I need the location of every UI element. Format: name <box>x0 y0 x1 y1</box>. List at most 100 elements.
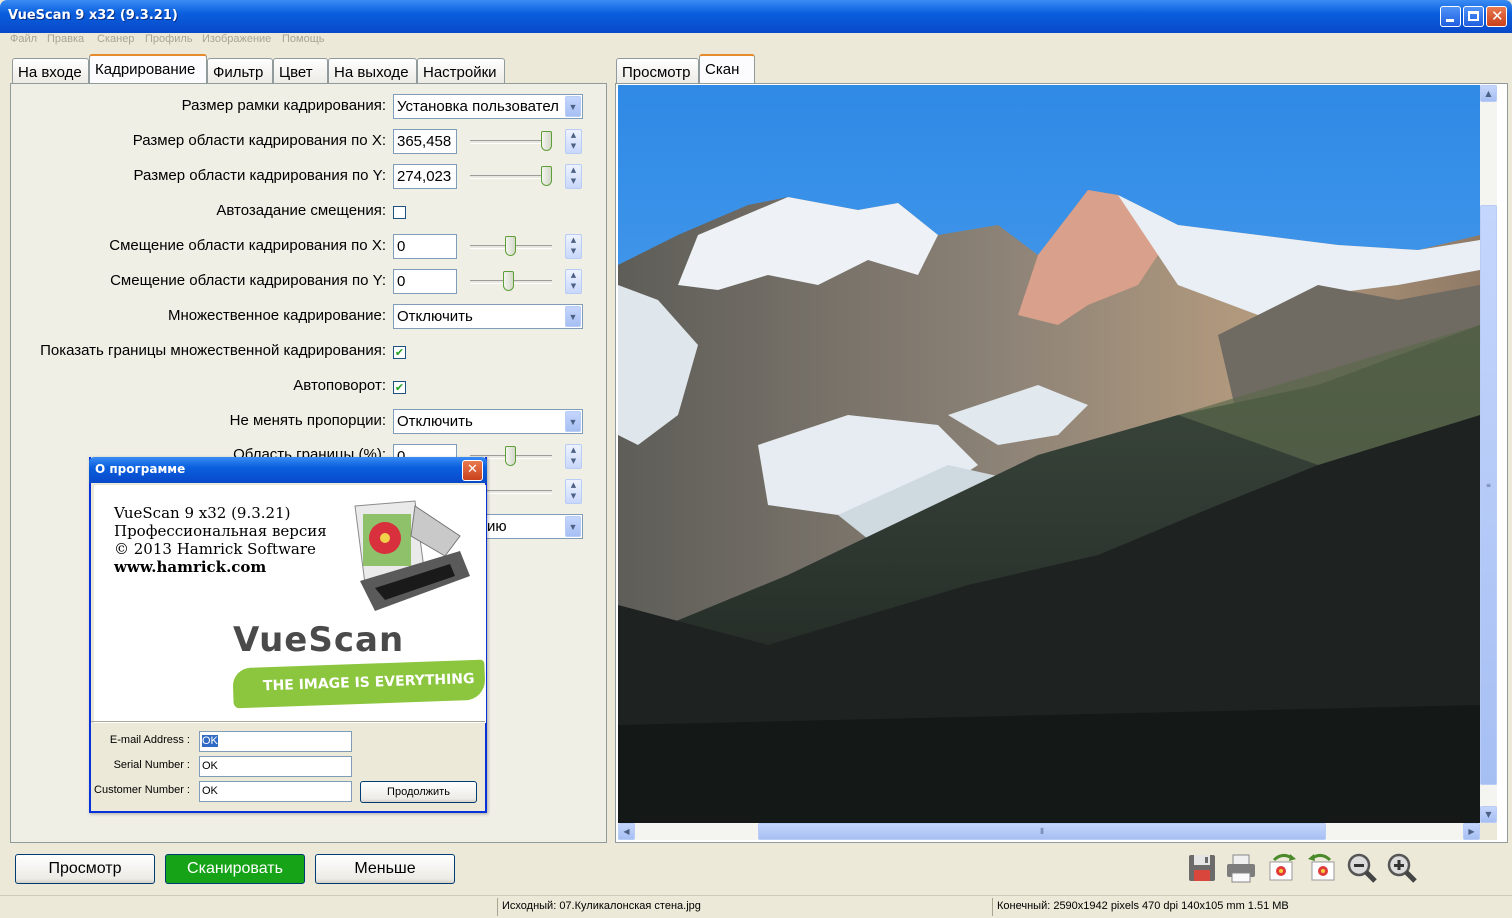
show-bounds-label: Показать границы множественной кадрирова… <box>40 342 386 359</box>
frame-size-select[interactable]: Установка пользовател ▼ <box>393 94 583 119</box>
about-info: VueScan 9 x32 (9.3.21) Профессиональная … <box>94 485 486 723</box>
customer-field[interactable]: OK <box>199 781 352 802</box>
tab-filter[interactable]: Фильтр <box>207 58 273 83</box>
slider-thumb[interactable] <box>505 236 516 256</box>
offset-y-label: Смещение области кадрирования по Y: <box>110 272 386 289</box>
scroll-down-icon[interactable]: ▼ <box>1480 806 1497 823</box>
hidden-spinner[interactable]: ▲ ▼ <box>565 479 582 504</box>
about-copyright: © 2013 Hamrick Software <box>114 540 316 558</box>
horizontal-scrollbar[interactable]: ◀ ▶ ⦀ <box>618 823 1480 840</box>
autorotate-checkbox[interactable]: ✔ <box>393 381 406 394</box>
show-bounds-checkbox[interactable]: ✔ <box>393 346 406 359</box>
email-value: OK <box>202 735 218 747</box>
zoom-in-icon[interactable] <box>1386 852 1418 884</box>
offset-x-label: Смещение области кадрирования по X: <box>109 237 386 254</box>
vertical-scrollbar[interactable]: ▲ ▼ ≡ <box>1480 85 1497 823</box>
size-x-spinner[interactable]: ▲ ▼ <box>565 129 582 154</box>
offset-y-input[interactable]: 0 <box>393 269 457 294</box>
about-title-bar[interactable]: О программе ✕ <box>89 457 487 483</box>
multi-crop-select[interactable]: Отключить ▼ <box>393 304 583 329</box>
tab-crop[interactable]: Кадрирование <box>89 54 207 83</box>
size-x-input[interactable]: 365,458 <box>393 129 457 154</box>
email-field[interactable]: OK <box>199 731 352 752</box>
scroll-right-icon[interactable]: ▶ <box>1463 823 1480 840</box>
about-dialog: О программе ✕ VueScan 9 x32 (9.3.21) Про… <box>89 457 487 813</box>
preview-button[interactable]: Просмотр <box>15 854 155 884</box>
about-website: www.hamrick.com <box>114 558 267 576</box>
email-label: E-mail Address : <box>109 734 190 746</box>
size-x-label: Размер области кадрирования по X: <box>132 132 386 149</box>
keep-ratio-select[interactable]: Отключить ▼ <box>393 409 583 434</box>
tab-input[interactable]: На входе <box>12 58 89 83</box>
vertical-scroll-thumb[interactable]: ≡ <box>1480 205 1497 785</box>
rotate-left-icon[interactable] <box>1266 852 1298 884</box>
continue-button[interactable]: Продолжить <box>360 781 477 803</box>
slider-thumb[interactable] <box>505 446 516 466</box>
auto-offset-label: Автозадание смещения: <box>216 202 386 219</box>
autorotate-label: Автоповорот: <box>293 377 386 394</box>
title-bar[interactable]: VueScan 9 x32 (9.3.21) ✕ <box>0 0 1512 33</box>
horizontal-scroll-thumb[interactable]: ⦀ <box>758 823 1326 840</box>
size-y-slider[interactable] <box>470 166 552 186</box>
chevron-down-icon: ▼ <box>565 516 581 537</box>
frame-size-value: Установка пользовател <box>397 98 559 115</box>
size-y-spinner[interactable]: ▲ ▼ <box>565 164 582 189</box>
status-output: Конечный: 2590x1942 pixels 470 dpi 140x1… <box>997 900 1289 912</box>
about-close-button[interactable]: ✕ <box>462 460 483 481</box>
status-source: Исходный: 07.Куликалонская стена.jpg <box>502 900 701 912</box>
close-button[interactable]: ✕ <box>1486 6 1507 27</box>
menu-edit[interactable]: Правка <box>47 33 84 45</box>
rotate-right-icon[interactable] <box>1306 852 1338 884</box>
scroll-left-icon[interactable]: ◀ <box>618 823 635 840</box>
size-x-slider[interactable] <box>470 131 552 151</box>
scanned-image[interactable] <box>618 85 1480 823</box>
offset-x-spinner[interactable]: ▲ ▼ <box>565 234 582 259</box>
border-spinner[interactable]: ▲ ▼ <box>565 444 582 469</box>
serial-field[interactable]: OK <box>199 756 352 777</box>
tab-scan[interactable]: Скан <box>699 54 755 83</box>
size-y-input[interactable]: 274,023 <box>393 164 457 189</box>
tab-preview[interactable]: Просмотр <box>616 58 699 83</box>
menu-help[interactable]: Помощь <box>282 33 325 45</box>
window-title: VueScan 9 x32 (9.3.21) <box>8 8 178 23</box>
slider-thumb[interactable] <box>541 131 552 151</box>
chevron-down-icon: ▼ <box>565 306 581 327</box>
save-icon[interactable] <box>1186 852 1218 884</box>
chevron-down-icon: ▼ <box>565 411 581 432</box>
slogan-text: THE IMAGE IS EVERYTHING <box>262 670 475 695</box>
menu-bar: Файл Правка Сканер Профиль Изображение П… <box>0 33 1512 53</box>
status-bar: Исходный: 07.Куликалонская стена.jpg Кон… <box>0 895 1512 918</box>
keep-ratio-label: Не менять пропорции: <box>229 412 386 429</box>
menu-scanner[interactable]: Сканер <box>97 33 134 45</box>
auto-offset-checkbox[interactable] <box>393 206 406 219</box>
mountain-photo <box>618 85 1480 823</box>
slogan-banner: THE IMAGE IS EVERYTHING <box>232 659 486 709</box>
minimize-button[interactable] <box>1440 6 1461 27</box>
offset-x-input[interactable]: 0 <box>393 234 457 259</box>
offset-y-slider[interactable] <box>470 271 552 291</box>
offset-y-spinner[interactable]: ▲ ▼ <box>565 269 582 294</box>
zoom-out-icon[interactable] <box>1346 852 1378 884</box>
scroll-up-icon[interactable]: ▲ <box>1480 85 1497 102</box>
customer-label: Customer Number : <box>94 784 190 796</box>
slider-thumb[interactable] <box>541 166 552 186</box>
menu-file[interactable]: Файл <box>10 33 37 45</box>
about-version: VueScan 9 x32 (9.3.21) <box>114 504 291 522</box>
scanner-logo-icon <box>345 496 475 616</box>
slider-thumb[interactable] <box>503 271 514 291</box>
tab-output[interactable]: На выходе <box>328 58 417 83</box>
menu-profile[interactable]: Профиль <box>145 33 193 45</box>
multi-crop-value: Отключить <box>397 308 473 325</box>
vuescan-logo-text: VueScan <box>233 620 405 660</box>
scroll-corner <box>1480 823 1497 840</box>
less-button[interactable]: Меньше <box>315 854 455 884</box>
about-title: О программе <box>95 462 186 476</box>
tab-settings[interactable]: Настройки <box>417 58 505 83</box>
offset-x-slider[interactable] <box>470 236 552 256</box>
menu-image[interactable]: Изображение <box>202 33 271 45</box>
chevron-down-icon: ▼ <box>565 96 581 117</box>
scan-button[interactable]: Сканировать <box>165 854 305 884</box>
maximize-button[interactable] <box>1463 6 1484 27</box>
print-icon[interactable] <box>1225 852 1257 884</box>
tab-color[interactable]: Цвет <box>273 58 328 83</box>
